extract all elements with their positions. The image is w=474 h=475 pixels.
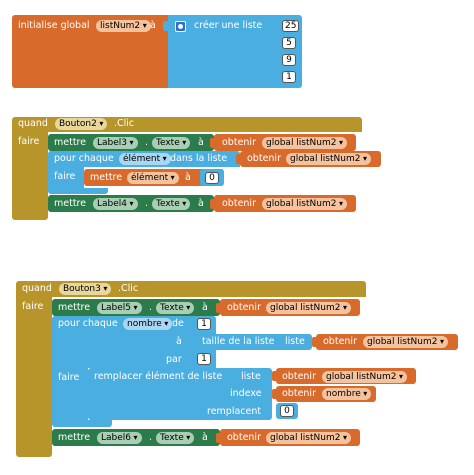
for-range-bottom — [52, 420, 112, 427]
label5-component-dropdown[interactable]: Label5 — [97, 302, 142, 314]
get-connector — [210, 138, 215, 148]
button2-component-dropdown[interactable]: Bouton2 — [55, 118, 108, 130]
event-button3-body-left — [16, 297, 52, 457]
for-range-label: pour chaque — [58, 318, 118, 329]
get-var-dropdown-2[interactable]: global listNum2 — [286, 153, 372, 165]
init-to-label: à — [150, 20, 156, 31]
get4-connector — [312, 337, 317, 347]
list-item-3-value[interactable]: 9 — [282, 54, 296, 66]
create-list-label: créer une liste — [194, 20, 263, 31]
get-number-dropdown[interactable]: nombre — [322, 388, 372, 400]
get5-label: obtenir — [282, 371, 316, 382]
for-each-item-bottom — [48, 188, 108, 194]
set-label: mettre — [54, 137, 87, 148]
texte6-property-dropdown[interactable]: Texte — [156, 432, 195, 444]
inner-item-var-dropdown[interactable]: élément — [127, 172, 179, 184]
global-var-name-field[interactable]: listNum2 — [96, 20, 151, 32]
set6-label: mettre — [58, 432, 91, 443]
dot-label-2: . — [145, 198, 149, 209]
dot-label: . — [145, 137, 149, 148]
get-label-3: obtenir — [222, 198, 256, 209]
replace-label: remplacer élément de liste — [94, 371, 223, 382]
number-zero-value[interactable]: 0 — [205, 172, 219, 184]
get-connector-3 — [210, 199, 215, 209]
from-number-value[interactable]: 1 — [197, 318, 211, 330]
inner-set-label: mettre — [90, 172, 123, 183]
dot3-label: . — [149, 302, 153, 313]
by-number-value[interactable]: 1 — [197, 353, 211, 365]
texte-property-dropdown-2[interactable]: Texte — [152, 198, 191, 210]
list-length-label: taille de la liste — [202, 336, 275, 347]
replacement-label: remplacent — [207, 406, 262, 417]
create-list-connector — [163, 21, 168, 31]
dot6-label: . — [149, 432, 153, 443]
set-to-label-2: à — [198, 198, 204, 209]
get-var-dropdown[interactable]: global listNum2 — [262, 137, 348, 149]
from-label: de — [172, 318, 184, 329]
get-label-2: obtenir — [247, 153, 281, 164]
set6-to-label: à — [202, 432, 208, 443]
replacement-zero-value[interactable]: 0 — [280, 405, 294, 417]
label3-component-dropdown[interactable]: Label3 — [93, 137, 138, 149]
loop-do-label: faire — [54, 171, 76, 182]
get3-var-dropdown[interactable]: global listNum2 — [266, 302, 352, 314]
button3-component-dropdown[interactable]: Bouton3 — [59, 283, 112, 295]
get-number-connector — [272, 389, 277, 399]
get-number-label: obtenir — [282, 388, 316, 399]
set-label-2: mettre — [54, 198, 87, 209]
list-length-list-label: liste — [285, 336, 305, 347]
for-range-do-label: faire — [58, 372, 80, 383]
inner-to-label: à — [185, 172, 191, 183]
by-label: par — [166, 354, 182, 365]
label4-component-dropdown[interactable]: Label4 — [93, 198, 138, 210]
get5-var-dropdown[interactable]: global listNum2 — [322, 371, 408, 383]
event-when-label: quand — [18, 118, 48, 129]
set3-label: mettre — [58, 302, 91, 313]
init-global-label: initialise global — [18, 20, 90, 31]
replace-list-label: liste — [241, 371, 261, 382]
event3-click-label: .Clic — [118, 283, 139, 294]
set-to-label: à — [198, 137, 204, 148]
label6-component-dropdown[interactable]: Label6 — [97, 432, 142, 444]
event-click-label: .Clic — [114, 118, 135, 129]
list-item-2-value[interactable]: 5 — [282, 37, 296, 49]
event3-when-label: quand — [22, 283, 52, 294]
get-label: obtenir — [222, 137, 256, 148]
item-var-field[interactable]: élément — [119, 153, 171, 165]
list-item-1-value[interactable]: 25 — [282, 20, 300, 32]
get4-label: obtenir — [323, 336, 357, 347]
event3-do-label: faire — [22, 301, 44, 312]
set3-to-label: à — [202, 302, 208, 313]
texte-property-dropdown[interactable]: Texte — [152, 137, 191, 149]
get-var-dropdown-3[interactable]: global listNum2 — [262, 198, 348, 210]
get6-connector — [216, 433, 221, 443]
get6-var-dropdown[interactable]: global listNum2 — [266, 432, 352, 444]
get4-var-dropdown[interactable]: global listNum2 — [363, 336, 449, 348]
in-list-label: dans la liste — [170, 153, 228, 164]
number-var-field[interactable]: nombre — [123, 318, 173, 330]
mutator-gear-icon[interactable] — [175, 21, 186, 32]
texte3-property-dropdown[interactable]: Texte — [156, 302, 195, 314]
index-label: indexe — [230, 388, 262, 399]
list-item-4-value[interactable]: 1 — [282, 71, 296, 83]
get3-connector — [216, 303, 221, 313]
event-do-label: faire — [18, 136, 40, 147]
get3-label: obtenir — [227, 302, 261, 313]
get5-connector — [272, 371, 277, 381]
to-range-label: à — [176, 336, 182, 347]
get-connector-2 — [236, 154, 241, 164]
get6-label: obtenir — [227, 432, 261, 443]
for-each-label: pour chaque — [54, 153, 114, 164]
